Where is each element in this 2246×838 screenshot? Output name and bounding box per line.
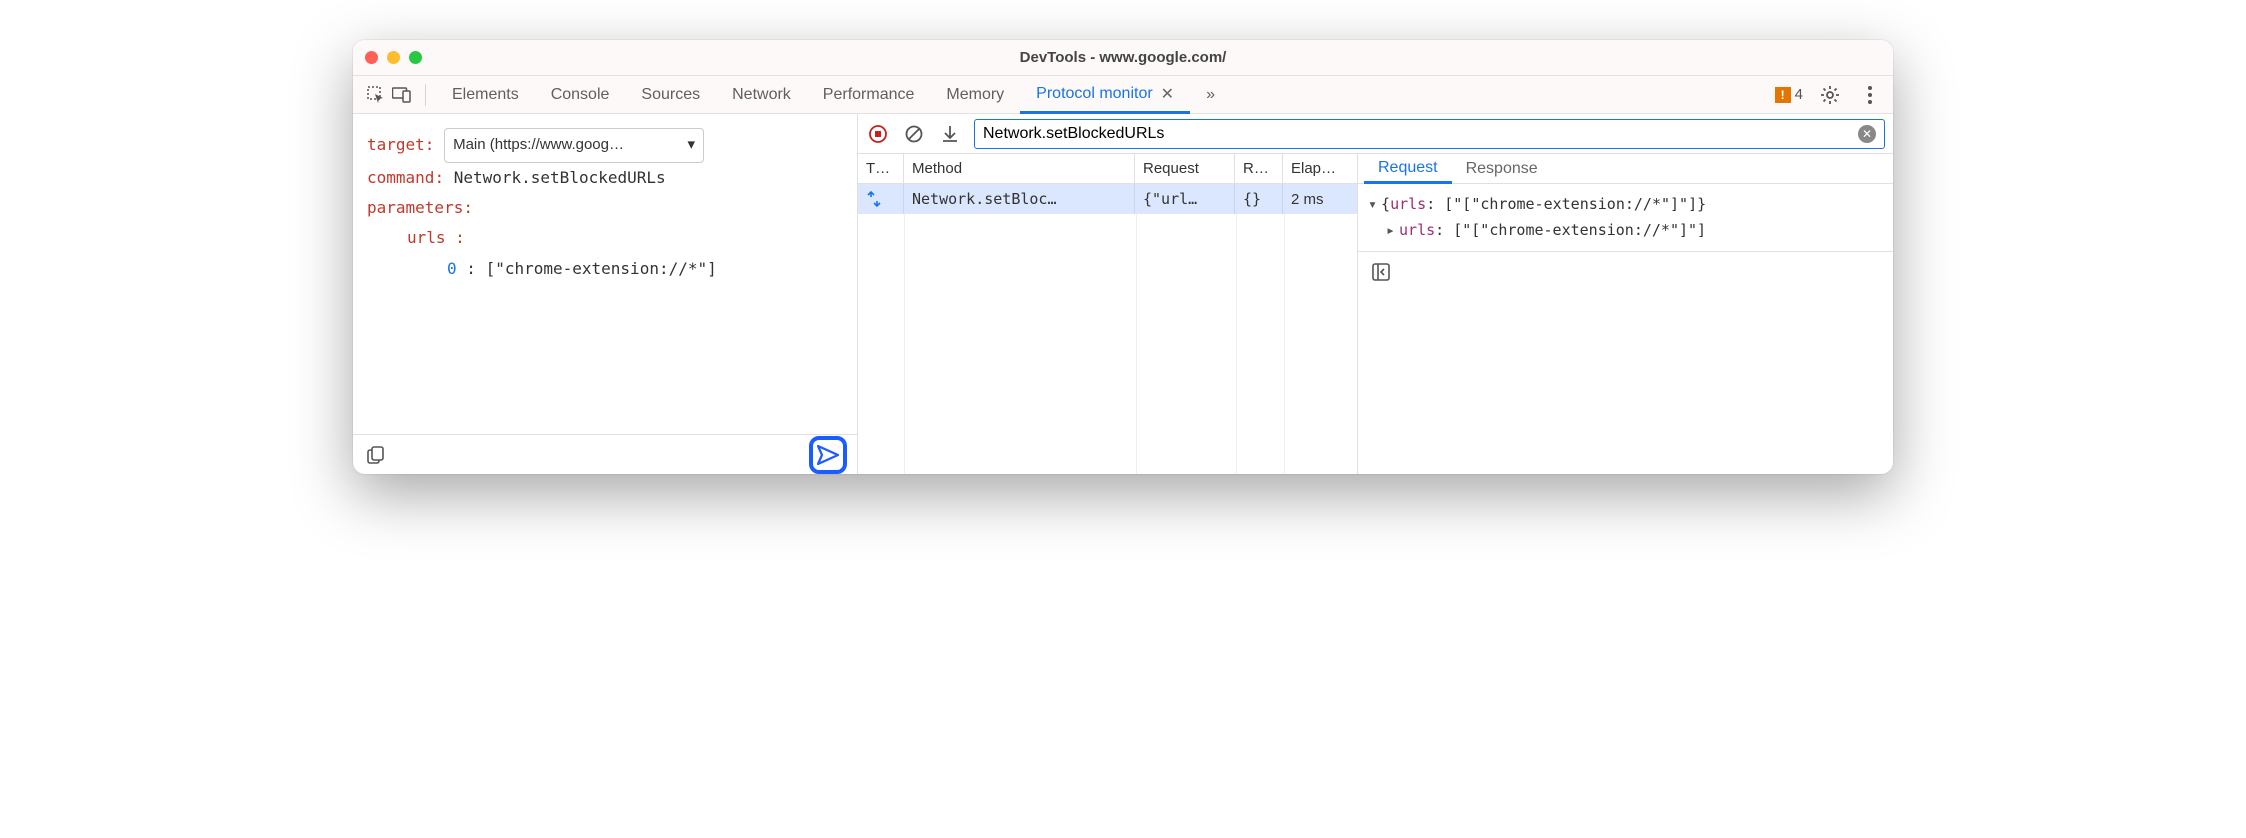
col-response[interactable]: R…	[1235, 154, 1283, 183]
table-row[interactable]: Network.setBloc… {"url… {} 2 ms	[858, 184, 1357, 214]
log-toolbar: ✕	[858, 114, 1893, 154]
tab-label: Network	[732, 86, 791, 104]
clear-input-icon[interactable]: ✕	[1858, 125, 1876, 143]
close-icon[interactable]: ✕	[1161, 84, 1174, 104]
panel-tabs: Elements Console Sources Network Perform…	[436, 76, 1231, 113]
download-icon[interactable]	[938, 122, 962, 146]
send-command-button[interactable]	[809, 436, 847, 474]
more-tabs-button[interactable]: »	[1190, 76, 1231, 113]
tab-console[interactable]: Console	[535, 76, 626, 113]
tab-elements[interactable]: Elements	[436, 76, 535, 113]
cell-elapsed: 2 ms	[1283, 184, 1357, 214]
prop-value: ["["chrome-extension://*"]"]	[1453, 221, 1706, 239]
detail-footer	[1358, 251, 1893, 291]
warning-icon: !	[1775, 87, 1791, 103]
device-toggle-icon[interactable]	[389, 82, 415, 108]
target-label: target	[367, 135, 425, 154]
devtools-window: DevTools - www.google.com/ Elements Cons…	[353, 40, 1893, 474]
command-value[interactable]: Network.setBlockedURLs	[454, 168, 666, 187]
prop-key: urls	[1399, 221, 1435, 239]
editor-footer	[353, 434, 857, 474]
record-icon[interactable]	[866, 122, 890, 146]
target-select-value: Main (https://www.goog…	[453, 131, 624, 160]
detail-tab-request[interactable]: Request	[1364, 154, 1452, 184]
kebab-menu-icon[interactable]	[1857, 82, 1883, 108]
message-detail-panel: Request Response {urls: ["["chrome-exten…	[1358, 154, 1893, 474]
col-type[interactable]: T…	[858, 154, 904, 183]
col-method[interactable]: Method	[904, 154, 1135, 183]
detail-tab-response[interactable]: Response	[1452, 154, 1552, 183]
window-title: DevTools - www.google.com/	[353, 49, 1893, 66]
tree-child[interactable]: urls: ["["chrome-extension://*"]"]	[1368, 218, 1883, 244]
send-icon	[817, 445, 839, 465]
tree-root[interactable]: {urls: ["["chrome-extension://*"]"]}	[1368, 192, 1883, 218]
target-select[interactable]: Main (https://www.goog… ▾	[444, 128, 704, 163]
tab-label: Performance	[823, 86, 915, 104]
tab-performance[interactable]: Performance	[807, 76, 931, 113]
devtools-toolbar: Elements Console Sources Network Perform…	[353, 76, 1893, 114]
grid-header: T… Method Request R… Elap…	[858, 154, 1357, 184]
filter-input[interactable]	[983, 125, 1858, 143]
command-label: command	[367, 168, 434, 187]
tab-label: Protocol monitor	[1036, 85, 1153, 103]
tab-protocol-monitor[interactable]: Protocol monitor ✕	[1020, 77, 1190, 114]
col-request[interactable]: Request	[1135, 154, 1235, 183]
cell-method: Network.setBloc…	[904, 184, 1135, 214]
tab-label: Response	[1466, 160, 1538, 178]
protocol-log-panel: ✕ T… Method Request R… Elap…	[858, 114, 1893, 474]
array-index: 0	[447, 259, 457, 278]
tab-label: Elements	[452, 86, 519, 104]
window-titlebar: DevTools - www.google.com/	[353, 40, 1893, 76]
command-editor-panel: target: Main (https://www.goog… ▾ comman…	[353, 114, 858, 474]
tab-label: Console	[551, 86, 610, 104]
issues-badge[interactable]: ! 4	[1775, 86, 1803, 103]
copy-icon[interactable]	[363, 442, 389, 468]
tab-sources[interactable]: Sources	[625, 76, 716, 113]
tab-label: Sources	[641, 86, 700, 104]
gear-icon[interactable]	[1817, 82, 1843, 108]
message-grid: T… Method Request R… Elap… Network.setBl…	[858, 154, 1358, 474]
chevron-down-icon: ▾	[688, 131, 696, 160]
sent-received-icon	[866, 191, 882, 207]
tab-label: Request	[1378, 159, 1438, 177]
clear-icon[interactable]	[902, 122, 926, 146]
parameters-label: parameters	[367, 198, 463, 217]
cell-request: {"url…	[1135, 184, 1235, 214]
detail-body: {urls: ["["chrome-extension://*"]"]} url…	[1358, 184, 1893, 251]
detail-tabs: Request Response	[1358, 154, 1893, 184]
protocol-monitor-content: target: Main (https://www.goog… ▾ comman…	[353, 114, 1893, 474]
cell-response: {}	[1235, 184, 1283, 214]
collapse-panel-icon[interactable]	[1368, 259, 1394, 285]
prop-preview: ["["chrome-extension://*"]"]	[1444, 195, 1697, 213]
tab-label: Memory	[946, 86, 1004, 104]
filter-input-container: ✕	[974, 119, 1885, 149]
col-elapsed[interactable]: Elap…	[1283, 154, 1357, 183]
tab-memory[interactable]: Memory	[930, 76, 1020, 113]
issues-count: 4	[1795, 86, 1803, 103]
array-item-value[interactable]: ["chrome-extension://*"]	[486, 259, 717, 278]
param-key[interactable]: urls	[407, 228, 446, 247]
prop-key: urls	[1390, 195, 1426, 213]
tab-network[interactable]: Network	[716, 76, 807, 113]
inspect-icon[interactable]	[363, 82, 389, 108]
